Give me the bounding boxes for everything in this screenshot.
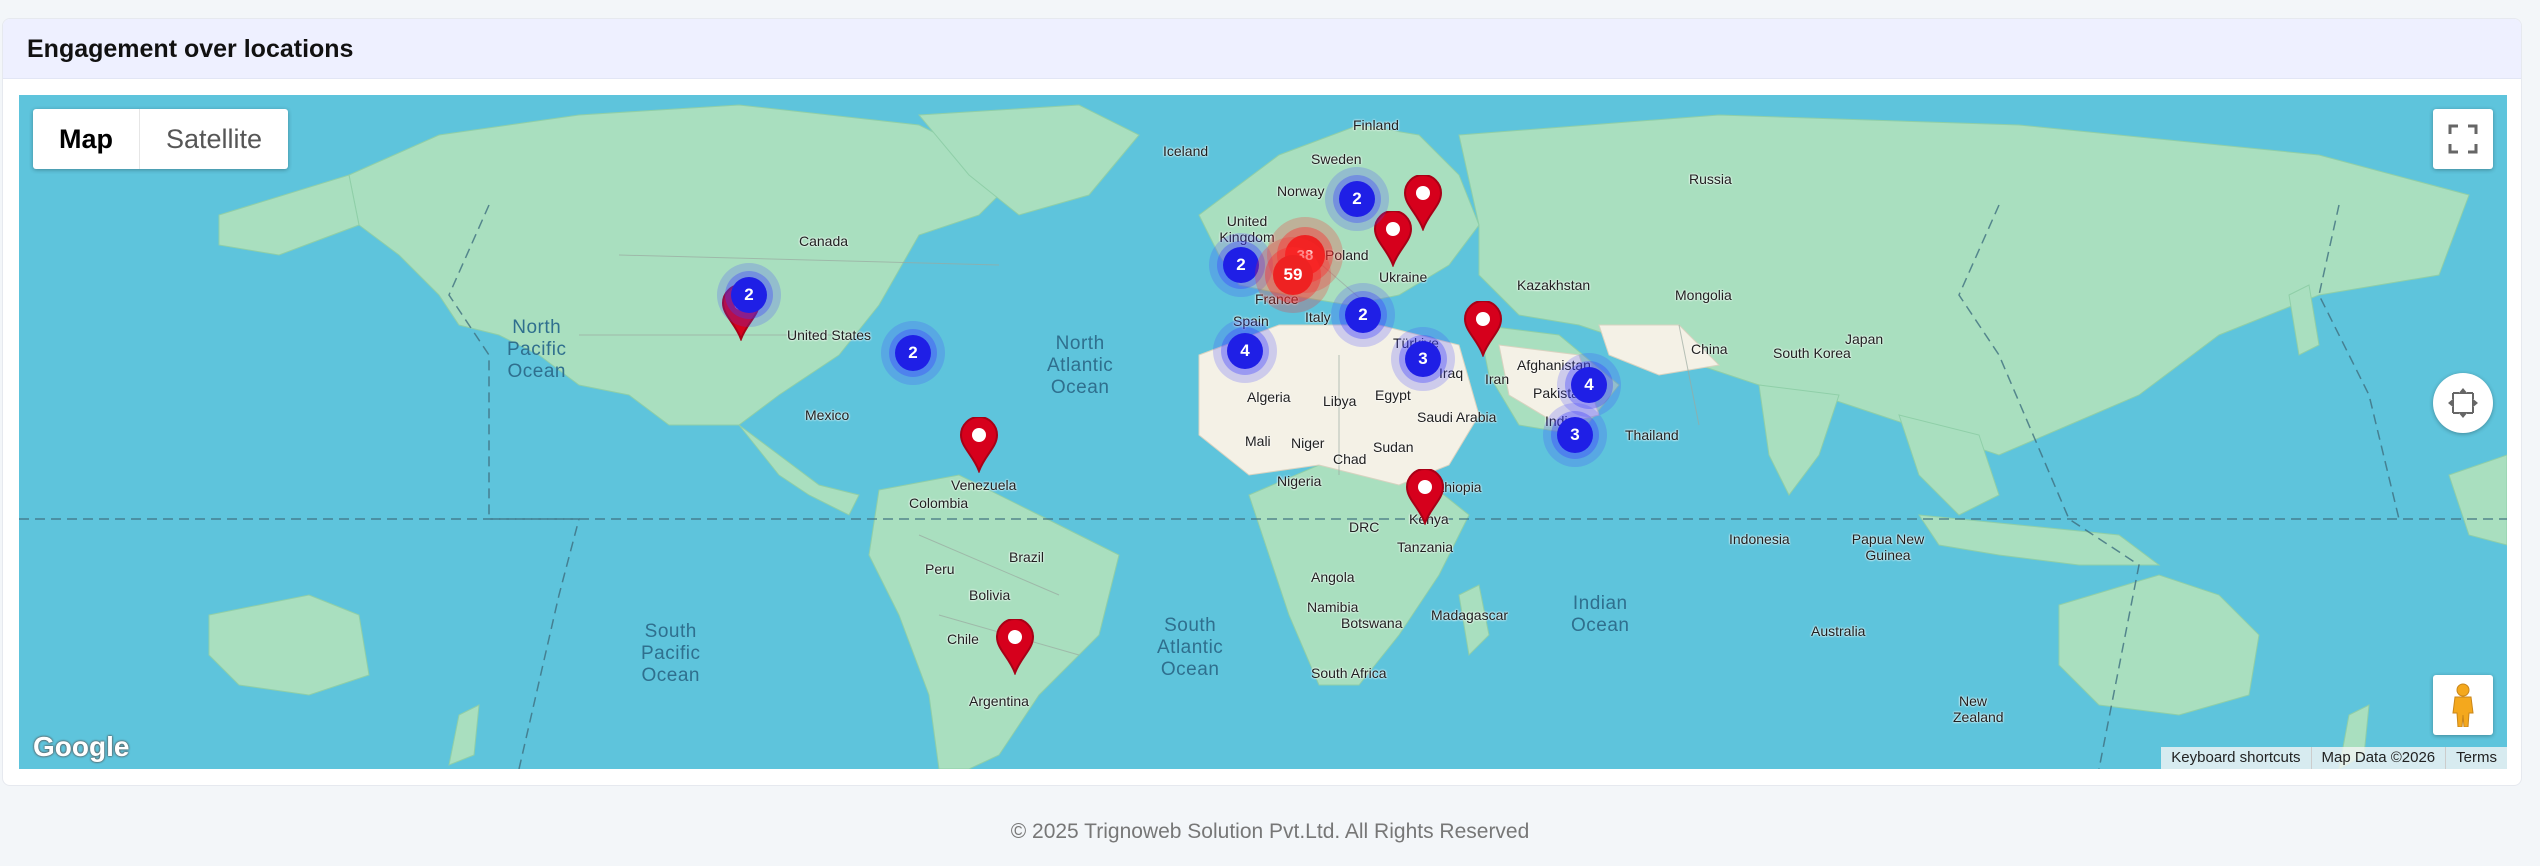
map-data-label: Map Data ©2026 — [2310, 747, 2446, 769]
country-label: Japan — [1845, 331, 1884, 347]
country-label: Indonesia — [1729, 531, 1790, 547]
map-type-control: Map Satellite — [33, 109, 289, 169]
country-label: Tanzania — [1397, 539, 1454, 555]
country-label: Botswana — [1341, 615, 1403, 631]
country-label: Sweden — [1311, 151, 1362, 167]
location-pin[interactable] — [995, 619, 1035, 675]
country-label: Mali — [1245, 433, 1271, 449]
location-pin[interactable] — [1463, 301, 1503, 357]
country-label: Brazil — [1009, 549, 1045, 565]
country-label: Canada — [799, 233, 849, 249]
country-label: South Africa — [1311, 665, 1387, 681]
country-label: Finland — [1353, 117, 1399, 133]
country-label: Russia — [1689, 171, 1732, 187]
country-label: Thailand — [1625, 427, 1679, 443]
cluster-count: 2 — [731, 277, 767, 313]
map-view[interactable]: North Pacific Ocean North Atlantic Ocean… — [19, 95, 2507, 769]
country-label: Namibia — [1307, 599, 1359, 615]
country-label: Chile — [947, 631, 979, 647]
country-label: Libya — [1323, 393, 1357, 409]
country-label: Colombia — [909, 495, 969, 511]
pegman-icon — [2452, 683, 2474, 727]
country-label: United States — [787, 327, 872, 343]
engagement-card: Engagement over locations North Pacific … — [2, 18, 2522, 786]
cluster-count: 2 — [1345, 297, 1381, 333]
cluster-count: 3 — [1405, 341, 1441, 377]
country-label: Italy — [1305, 309, 1331, 325]
cluster-count: 4 — [1227, 333, 1263, 369]
country-label: Peru — [925, 561, 955, 577]
country-label: Chad — [1333, 451, 1367, 467]
country-label: Madagascar — [1431, 607, 1509, 623]
ocean-label-north-pacific: North Pacific Ocean — [507, 317, 567, 382]
country-label: Egypt — [1375, 387, 1411, 403]
ocean-label-indian: Indian Ocean — [1571, 593, 1630, 636]
country-label: China — [1691, 341, 1728, 357]
location-pin[interactable] — [1405, 469, 1445, 525]
map-type-satellite-button[interactable]: Satellite — [140, 109, 288, 169]
country-label: Australia — [1811, 623, 1866, 639]
card-header: Engagement over locations — [3, 19, 2521, 79]
google-logo: Google — [33, 731, 130, 762]
cluster-count: 2 — [1223, 247, 1259, 283]
country-label: Papua New Guinea — [1851, 531, 1925, 563]
country-label: Ukraine — [1379, 269, 1428, 285]
location-pin[interactable] — [1403, 175, 1443, 231]
country-label: Mexico — [805, 407, 850, 423]
country-label: South Korea — [1773, 345, 1851, 361]
country-label: Bolivia — [969, 587, 1011, 603]
country-label: Angola — [1311, 569, 1355, 585]
country-label: Kazakhstan — [1517, 277, 1591, 293]
country-label: Niger — [1291, 435, 1325, 451]
pegman-button[interactable] — [2433, 675, 2493, 735]
cluster-count: 4 — [1571, 367, 1607, 403]
ocean-label-south-pacific: South Pacific Ocean — [641, 621, 701, 686]
footer-copyright: © 2025 Trignoweb Solution Pvt.Ltd. All R… — [1010, 820, 1530, 843]
country-label: New Zealand — [1953, 693, 2004, 725]
keyboard-shortcuts-link[interactable]: Keyboard shortcuts — [2161, 747, 2310, 769]
country-label: Norway — [1277, 183, 1325, 199]
country-label: Mongolia — [1675, 287, 1732, 303]
country-label: Saudi Arabia — [1417, 409, 1497, 425]
country-label: Venezuela — [951, 477, 1017, 493]
location-pin[interactable] — [959, 417, 999, 473]
country-label: Iceland — [1163, 143, 1209, 159]
country-label: Argentina — [969, 693, 1029, 709]
fullscreen-icon — [2448, 124, 2478, 154]
ocean-label-north-atlantic: North Atlantic Ocean — [1047, 333, 1114, 398]
cluster-count: 2 — [895, 335, 931, 371]
map-geography — [19, 104, 2507, 769]
cluster-count: 2 — [1339, 181, 1375, 217]
map-type-map-button[interactable]: Map — [33, 109, 140, 169]
camera-control-button[interactable] — [2433, 373, 2493, 433]
fullscreen-button[interactable] — [2433, 109, 2493, 169]
terms-link[interactable]: Terms — [2445, 747, 2507, 769]
card-title: Engagement over locations — [27, 35, 354, 63]
country-label: Nigeria — [1277, 473, 1322, 489]
country-label: DRC — [1349, 519, 1380, 535]
cluster-count: 3 — [1557, 417, 1593, 453]
map-attribution: Keyboard shortcuts Map Data ©2026 Terms — [2161, 747, 2507, 769]
cluster-count: 59 — [1273, 255, 1313, 295]
ocean-label-south-atlantic: South Atlantic Ocean — [1157, 615, 1224, 680]
country-label: Iran — [1485, 371, 1510, 387]
country-label: Algeria — [1247, 389, 1291, 405]
country-label: Sudan — [1373, 439, 1414, 455]
camera-control-icon — [2448, 388, 2478, 418]
